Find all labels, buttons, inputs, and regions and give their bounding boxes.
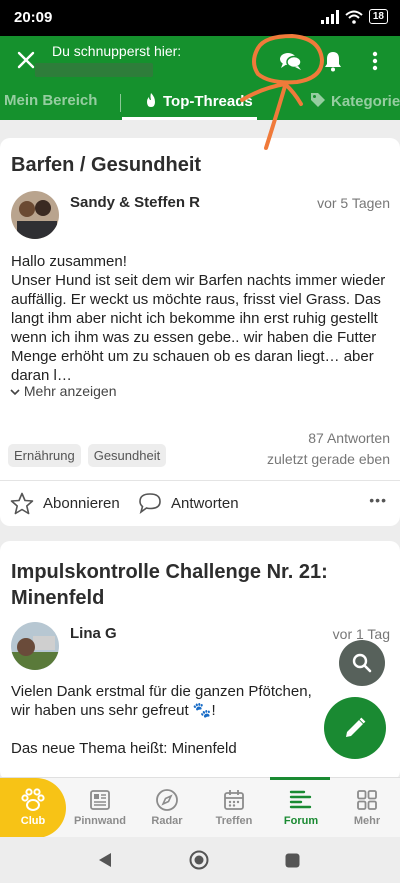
author-photo [11, 191, 59, 239]
status-icons: 18 [320, 9, 388, 24]
nav-treffen-label: Treffen [215, 815, 253, 827]
close-icon [17, 51, 35, 69]
paw-icon [21, 788, 45, 811]
tab-top-threads-label: Top-Threads [163, 93, 253, 110]
tag-chip[interactable]: Gesundheit [87, 444, 167, 467]
post-author[interactable]: Sandy & Steffen R [70, 194, 200, 211]
chat-icon [280, 53, 302, 70]
post-author[interactable]: Lina G [70, 625, 117, 642]
overflow-menu-button[interactable] [360, 46, 390, 76]
nav-radar[interactable]: Radar [134, 778, 200, 838]
redacted-group-name [35, 63, 153, 77]
more-vertical-icon [372, 51, 378, 71]
nav-treffen[interactable]: Treffen [201, 778, 267, 838]
app-bar: Du schnupperst hier: [0, 36, 400, 86]
subscribe-label: Abonnieren [43, 495, 120, 512]
post-card[interactable]: Barfen / Gesundheit Sandy & Steffen R vo… [0, 138, 400, 526]
bottom-navigation: Club Pinnwand Radar Treffen Forum Mehr [0, 777, 400, 838]
home-icon[interactable] [189, 850, 209, 870]
search-fab[interactable] [339, 640, 385, 686]
flame-icon [147, 93, 155, 107]
reply-count: 87 Antworten [308, 430, 390, 446]
battery-icon: 18 [368, 9, 388, 24]
avatar [11, 622, 59, 670]
tab-my-area[interactable]: Mein Bereich [4, 92, 97, 109]
tab-my-area-label: Mein Bereich [4, 92, 98, 109]
nav-radar-label: Radar [151, 815, 183, 827]
reply-label: Antworten [171, 494, 239, 512]
post-body: Vielen Dank erstmal für die ganzen Pfötc… [11, 683, 312, 757]
search-icon [352, 653, 372, 673]
calendar-icon [224, 790, 244, 810]
show-more-link[interactable]: Mehr anzeigen [10, 383, 117, 399]
tag-icon [311, 93, 325, 107]
post-actions: Abonnieren Antworten ••• [10, 490, 392, 520]
post-title: Barfen / Gesundheit [11, 154, 202, 176]
status-time: 20:09 [14, 9, 53, 26]
avatar [11, 191, 59, 239]
tag-chip[interactable]: Ernährung [8, 444, 81, 467]
post-stats: 87 Antworten zuletzt gerade eben [267, 428, 390, 470]
nav-forum[interactable]: Forum [268, 778, 334, 838]
grid-icon [357, 790, 377, 810]
compass-icon [156, 789, 178, 811]
tab-categories[interactable]: Kategorie [310, 92, 400, 110]
status-bar: 20:09 18 [0, 0, 400, 36]
more-horizontal-icon: ••• [369, 492, 387, 508]
nav-pinnwand[interactable]: Pinnwand [67, 778, 133, 838]
show-more-label: Mehr anzeigen [23, 383, 117, 399]
notifications-button[interactable] [318, 46, 348, 76]
nav-club-label: Club [20, 815, 46, 827]
author-photo [11, 622, 59, 670]
card-divider [0, 480, 400, 481]
star-icon [10, 492, 34, 515]
reply-button[interactable]: Antworten [138, 492, 239, 514]
app-bar-title: Du schnupperst hier: [52, 43, 182, 59]
tab-top-threads[interactable]: Top-Threads [144, 92, 253, 110]
recents-icon[interactable] [285, 853, 300, 868]
pencil-icon [346, 717, 366, 737]
last-activity: zuletzt gerade eben [267, 451, 390, 467]
bell-icon [325, 52, 341, 72]
more-options-button[interactable]: ••• [369, 492, 387, 508]
nav-forum-label: Forum [283, 815, 319, 827]
tab-divider [120, 94, 121, 112]
post-title: Impulskontrolle Challenge Nr. 21: Minenf… [11, 561, 328, 609]
chevron-down-icon [10, 389, 20, 396]
tab-categories-label: Kategorie [331, 93, 400, 110]
nav-mehr[interactable]: Mehr [334, 778, 400, 838]
chat-button[interactable] [276, 46, 306, 76]
app-bar-actions [276, 46, 390, 76]
signal-icon [320, 9, 339, 24]
wifi-icon [345, 10, 363, 24]
post-tags: Ernährung Gesundheit [8, 444, 167, 467]
forum-icon [289, 790, 312, 809]
comment-icon [139, 493, 161, 514]
forum-tabs: Mein Bereich Top-Threads Kategorie [0, 86, 400, 120]
nav-pinnwand-label: Pinnwand [74, 815, 126, 827]
nav-mehr-label: Mehr [353, 815, 381, 827]
subscribe-button[interactable]: Abonnieren [10, 492, 120, 515]
back-icon[interactable] [97, 852, 113, 868]
nav-club[interactable]: Club [0, 778, 66, 838]
new-post-fab[interactable] [324, 697, 386, 759]
post-body: Hallo zusammen! Unser Hund ist seit dem … [11, 253, 386, 384]
post-date: vor 5 Tagen [317, 195, 390, 211]
newspaper-icon [90, 790, 110, 810]
system-navigation [0, 837, 400, 883]
active-tab-indicator [122, 117, 257, 120]
